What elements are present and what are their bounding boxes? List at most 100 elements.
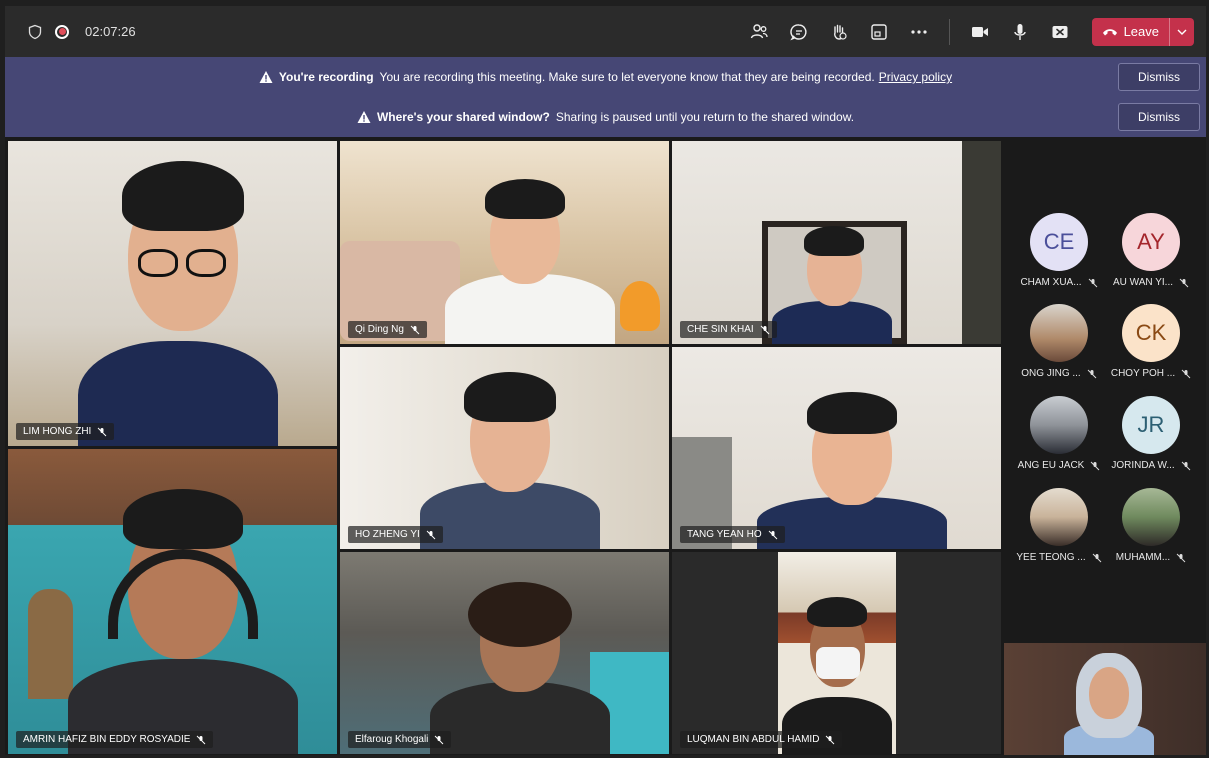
mic-off-icon xyxy=(768,530,778,539)
mic-off-icon xyxy=(1181,461,1191,470)
mic-off-icon xyxy=(1088,278,1097,287)
dismiss-shared-window-button[interactable]: Dismiss xyxy=(1118,103,1200,131)
participant-name-tag: Elfaroug Khogali xyxy=(348,731,452,748)
avatar xyxy=(1122,488,1180,546)
roster-name: MUHAMM... xyxy=(1115,552,1171,563)
participant-name: AMRIN HAFIZ BIN EDDY ROSYADIE xyxy=(23,734,191,745)
video-camera-icon xyxy=(971,26,988,37)
mic-off-icon xyxy=(410,325,420,334)
avatar: AY xyxy=(1122,213,1180,271)
warning-icon xyxy=(357,111,371,123)
chat-icon xyxy=(789,23,807,40)
avatar: CK xyxy=(1122,304,1180,362)
roster-name: CHAM XUA... xyxy=(1020,277,1082,288)
recording-banner-text: You are recording this meeting. Make sur… xyxy=(379,70,875,84)
toolbar-divider xyxy=(948,18,950,45)
video-tile[interactable]: LIM HONG ZHI xyxy=(8,141,337,446)
video-tile[interactable]: HO ZHENG YI xyxy=(340,347,669,549)
participant-name-tag: AMRIN HAFIZ BIN EDDY ROSYADIE xyxy=(16,731,214,748)
chat-button[interactable] xyxy=(779,12,819,52)
roster-name: CHOY POH ... xyxy=(1110,368,1176,379)
microphone-icon xyxy=(1013,23,1026,40)
mic-off-icon xyxy=(1092,553,1101,562)
participants-button[interactable] xyxy=(739,12,779,52)
participant-name-tag: LUQMAN BIN ABDUL HAMID xyxy=(680,731,843,748)
recording-icon xyxy=(55,24,69,39)
participant-name: CHE SIN KHAI xyxy=(687,324,754,335)
video-tile[interactable]: CHE SIN KHAI xyxy=(672,141,1001,344)
more-button[interactable] xyxy=(899,12,939,52)
dismiss-recording-button[interactable]: Dismiss xyxy=(1118,63,1200,91)
roster-participant[interactable]: JR JORINDA W... xyxy=(1105,396,1197,471)
camera-button[interactable] xyxy=(960,12,1000,52)
shield-icon xyxy=(28,24,42,39)
stop-sharing-button[interactable] xyxy=(1040,12,1080,52)
avatar: CE xyxy=(1030,213,1088,271)
more-icon xyxy=(910,29,927,34)
participant-name: Qi Ding Ng xyxy=(355,324,404,335)
roster-name: ANG EU JACK xyxy=(1017,460,1085,471)
mic-off-icon xyxy=(1179,278,1189,287)
mic-off-icon xyxy=(435,735,444,744)
microphone-button[interactable] xyxy=(1000,12,1040,52)
avatar xyxy=(1030,488,1088,546)
roster-name: JORINDA W... xyxy=(1111,460,1175,471)
avatar xyxy=(1030,396,1088,454)
privacy-policy-link[interactable]: Privacy policy xyxy=(879,70,952,84)
raise-hand-icon xyxy=(833,24,847,40)
meeting-timer: 02:07:26 xyxy=(85,24,136,39)
warning-icon xyxy=(259,71,273,83)
roster-participant[interactable]: CE CHAM XUA... xyxy=(1013,213,1105,288)
video-tile[interactable]: TANG YEAN HO xyxy=(672,347,1001,549)
mic-off-icon xyxy=(1090,461,1100,470)
leave-label: Leave xyxy=(1123,24,1159,39)
video-tile[interactable]: Elfaroug Khogali xyxy=(340,552,669,754)
people-icon xyxy=(750,23,768,38)
self-view-video[interactable] xyxy=(1004,643,1206,755)
leave-options-button[interactable] xyxy=(1170,29,1194,35)
roster-participant[interactable]: MUHAMM... xyxy=(1105,488,1197,563)
roster-name: AU WAN YI... xyxy=(1112,277,1173,288)
video-tile[interactable]: AMRIN HAFIZ BIN EDDY ROSYADIE xyxy=(8,449,337,754)
video-tile[interactable]: LUQMAN BIN ABDUL HAMID xyxy=(672,552,1001,754)
participant-name-tag: Qi Ding Ng xyxy=(348,321,427,338)
roster-participant[interactable]: AY AU WAN YI... xyxy=(1105,213,1197,288)
roster-name: YEE TEONG ... xyxy=(1016,552,1086,563)
leave-main-button[interactable]: Leave xyxy=(1092,24,1169,39)
roster-participant[interactable]: CK CHOY POH ... xyxy=(1105,304,1197,379)
view-button[interactable] xyxy=(859,12,899,52)
mic-off-icon xyxy=(826,735,835,744)
hang-up-icon xyxy=(1102,28,1117,35)
roster-participant[interactable]: ANG EU JACK xyxy=(1013,396,1105,471)
recording-banner: You're recording You are recording this … xyxy=(5,57,1206,97)
participant-name: HO ZHENG YI xyxy=(355,529,420,540)
avatar xyxy=(1030,304,1088,362)
recording-banner-title: You're recording xyxy=(278,70,374,84)
stop-share-icon xyxy=(1052,25,1068,38)
participant-roster: CE CHAM XUA... AY AU WAN YI... ONG JING … xyxy=(1004,137,1206,637)
mic-off-icon xyxy=(97,427,107,436)
video-tile[interactable]: Qi Ding Ng xyxy=(340,141,669,344)
meeting-toolbar: 02:07:26 Leave xyxy=(5,6,1206,57)
participant-name: Elfaroug Khogali xyxy=(355,734,429,745)
leave-button[interactable]: Leave xyxy=(1091,17,1194,46)
roster-participant[interactable]: ONG JING ... xyxy=(1013,304,1105,379)
layout-icon xyxy=(870,23,887,40)
mic-off-icon xyxy=(426,530,436,539)
participant-name: LUQMAN BIN ABDUL HAMID xyxy=(687,734,820,745)
mic-off-icon xyxy=(1176,553,1186,562)
mic-off-icon xyxy=(197,735,206,744)
participant-name: LIM HONG ZHI xyxy=(23,426,92,437)
participant-name: TANG YEAN HO xyxy=(687,529,762,540)
avatar: JR xyxy=(1122,396,1180,454)
roster-participant[interactable]: YEE TEONG ... xyxy=(1013,488,1105,563)
participant-name-tag: TANG YEAN HO xyxy=(680,526,785,543)
mic-off-icon xyxy=(1181,369,1191,378)
shared-window-banner-text: Sharing is paused until you return to th… xyxy=(555,110,855,124)
mic-off-icon xyxy=(760,325,770,334)
participant-name-tag: HO ZHENG YI xyxy=(348,526,443,543)
reactions-button[interactable] xyxy=(819,12,859,52)
roster-name: ONG JING ... xyxy=(1021,368,1081,379)
participant-name-tag: LIM HONG ZHI xyxy=(16,423,115,440)
shared-window-banner: Where's your shared window? Sharing is p… xyxy=(5,97,1206,137)
